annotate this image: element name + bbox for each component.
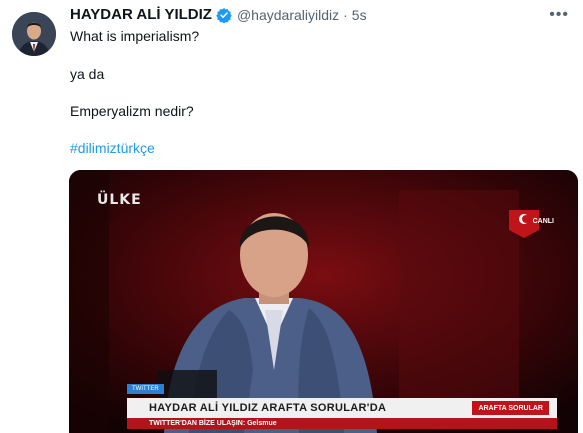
tweet-text-line: What is imperialism?: [70, 28, 200, 44]
hashtag-link[interactable]: #dilimiztürkçe: [70, 140, 155, 156]
display-name[interactable]: HAYDAR ALİ YILDIZ: [70, 6, 212, 23]
tweet-header: HAYDAR ALİ YILDIZ @haydaraliyildiz · 5s: [70, 6, 563, 23]
news-ticker: TWITTER'DAN BİZE ULAŞIN: Gelsmue: [127, 418, 557, 429]
user-handle[interactable]: @haydaraliyildiz: [237, 7, 339, 23]
banner-tag: ARAFTA SORULAR: [472, 401, 549, 415]
header-separator: ·: [343, 6, 348, 23]
tweet-text-line: Emperyalizm nedir?: [70, 103, 194, 119]
lower-third-banner: HAYDAR ALİ YILDIZ ARAFTA SORULAR'DA ARAF…: [127, 398, 557, 418]
source-label: TWITTER: [127, 384, 164, 394]
channel-logo: ÜLKE: [97, 192, 142, 208]
avatar[interactable]: [12, 12, 56, 56]
tweet-text-line: ya da: [70, 66, 105, 82]
tweet-timestamp[interactable]: 5s: [352, 7, 367, 23]
banner-title: HAYDAR ALİ YILDIZ ARAFTA SORULAR'DA: [149, 402, 387, 414]
avatar-image: [12, 12, 56, 56]
verified-badge-icon: [216, 7, 232, 23]
tweet-video[interactable]: ÜLKE CANLI TWITTER HAYDAR ALİ YILDIZ ARA…: [69, 170, 578, 433]
more-horizontal-icon[interactable]: •••: [549, 6, 569, 24]
live-label: CANLI: [532, 218, 554, 225]
